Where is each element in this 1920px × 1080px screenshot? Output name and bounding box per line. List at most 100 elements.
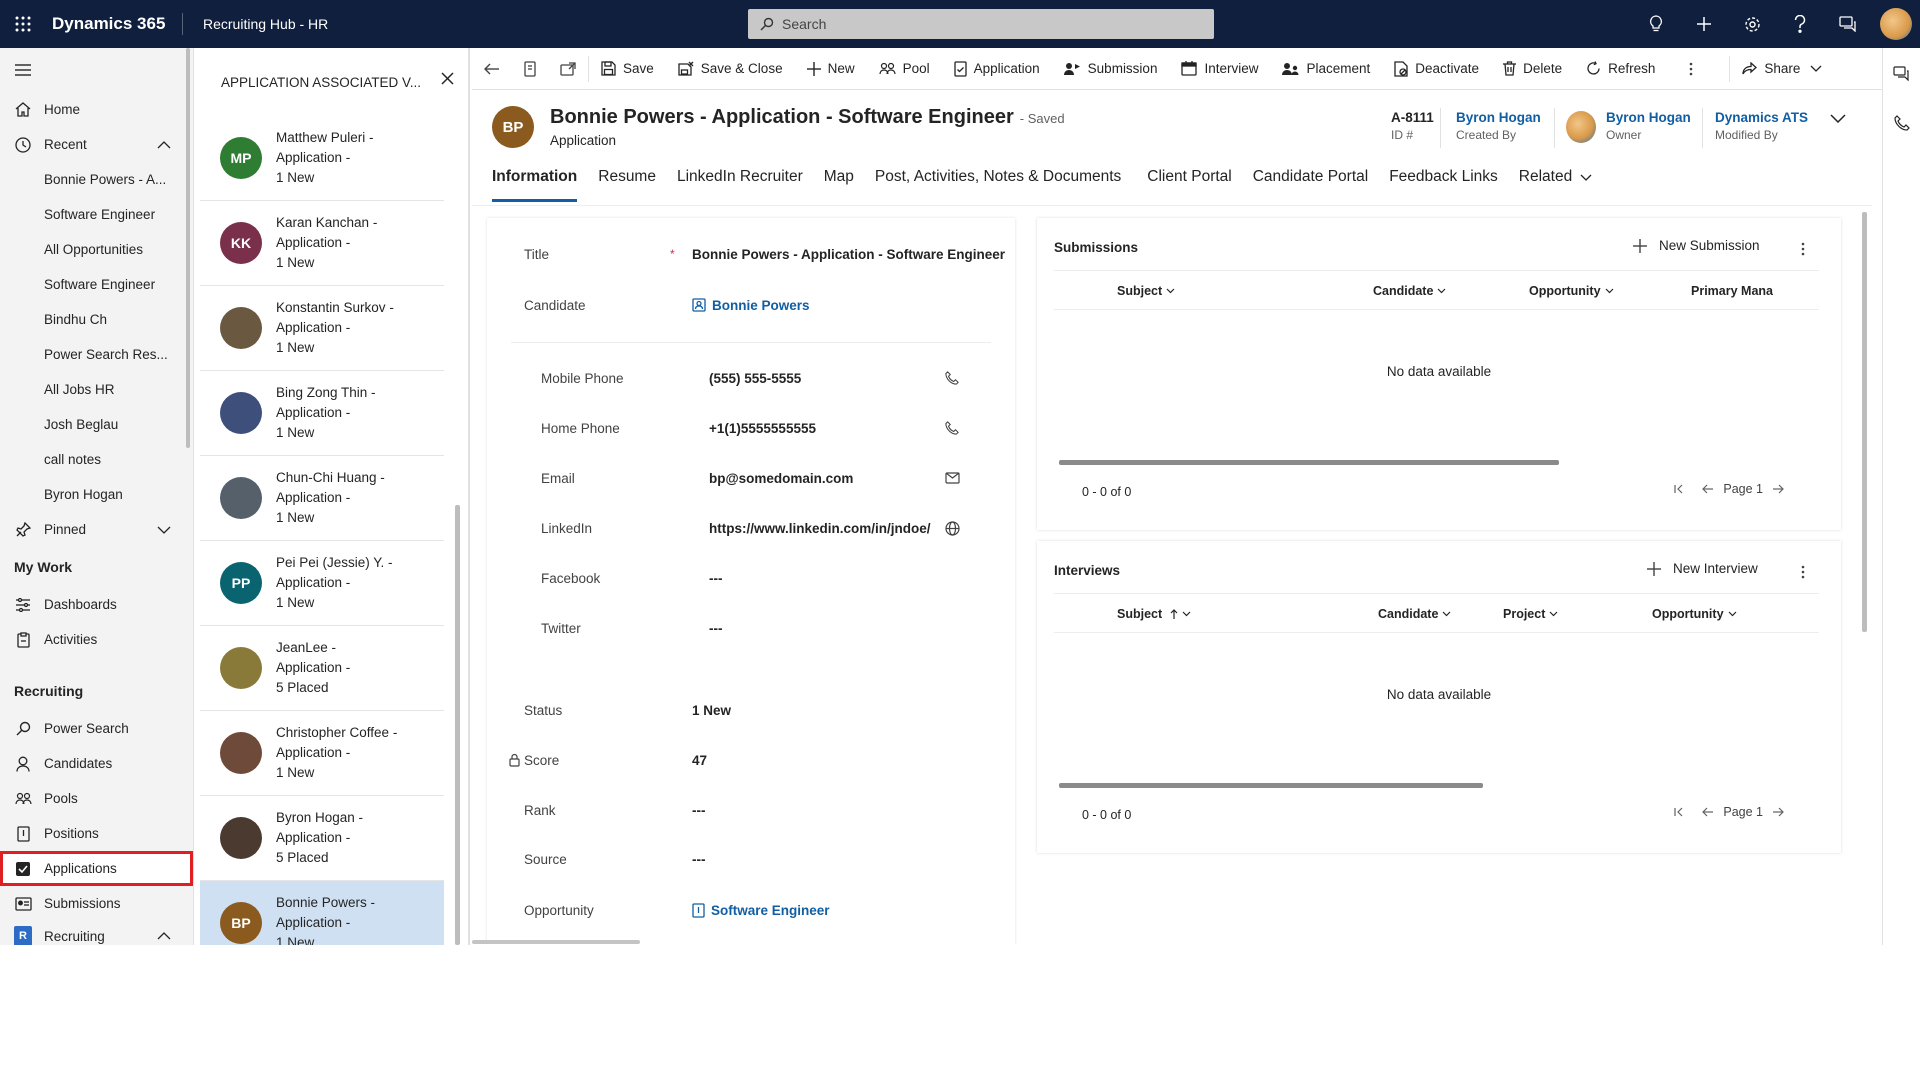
nav-toggle[interactable] (0, 48, 193, 92)
list-item[interactable]: PP Pei Pei (Jessie) Y. - Application - 1 Ne… (200, 541, 444, 626)
next-page-icon[interactable] (1772, 484, 1784, 494)
modified-by-link[interactable]: Dynamics ATS (1715, 110, 1808, 125)
save-close-button[interactable]: Save & Close (666, 48, 795, 90)
list-item[interactable]: Bing Zong Thin - Application - 1 New (200, 371, 444, 456)
owner-avatar[interactable] (1566, 111, 1596, 143)
deactivate-button[interactable]: Deactivate (1382, 48, 1491, 90)
recent-item[interactable]: call notes (0, 442, 193, 477)
share-button[interactable]: Share (1730, 48, 1841, 90)
list-item[interactable]: Konstantin Surkov - Application - 1 New (200, 286, 444, 371)
column-opportunity[interactable]: Opportunity (1652, 607, 1737, 621)
column-candidate[interactable]: Candidate (1373, 284, 1446, 298)
column-primary-manager[interactable]: Primary Mana (1691, 284, 1773, 298)
list-item[interactable]: Byron Hogan - Application - 5 Placed (200, 796, 444, 881)
nav-recent[interactable]: Recent (0, 127, 193, 162)
app-launcher-icon[interactable] (0, 0, 46, 48)
nav-candidates[interactable]: Candidates (0, 746, 193, 781)
tab-candidate-portal[interactable]: Candidate Portal (1253, 168, 1368, 202)
next-page-icon[interactable] (1772, 807, 1784, 817)
tab-resume[interactable]: Resume (598, 168, 656, 202)
tab-information[interactable]: Information (492, 168, 578, 202)
nav-applications[interactable]: Applications (0, 851, 193, 886)
form-view-button[interactable] (512, 48, 548, 90)
recent-item[interactable]: All Opportunities (0, 232, 193, 267)
tab-post-activities[interactable]: Post, Activities, Notes & Documents (875, 168, 1121, 202)
rank-value[interactable]: --- (692, 803, 706, 818)
pool-button[interactable]: Pool (867, 48, 942, 90)
first-page-icon[interactable] (1674, 807, 1684, 817)
recent-item[interactable]: Power Search Res... (0, 337, 193, 372)
linkedin-value[interactable]: https://www.linkedin.com/in/jndoe/ (709, 521, 931, 536)
delete-button[interactable]: Delete (1491, 48, 1574, 90)
nav-power-search[interactable]: Power Search (0, 711, 193, 746)
owner-link[interactable]: Byron Hogan (1606, 110, 1691, 125)
more-commands-button[interactable] (1667, 48, 1715, 90)
phone-icon[interactable] (945, 421, 959, 435)
phone-icon[interactable] (1883, 98, 1920, 148)
recent-item[interactable]: Software Engineer (0, 267, 193, 302)
list-item[interactable]: KK Karan Kanchan - Application - 1 New (200, 201, 444, 286)
associated-list-scrollbar[interactable] (455, 505, 460, 945)
previous-page-icon[interactable] (1702, 807, 1714, 817)
list-item[interactable]: Chun-Chi Huang - Application - 1 New (200, 456, 444, 541)
column-subject[interactable]: Subject (1117, 284, 1175, 298)
nav-positions[interactable]: Positions (0, 816, 193, 851)
nav-dashboards[interactable]: Dashboards (0, 587, 193, 622)
application-button[interactable]: Application (942, 48, 1052, 90)
mobile-value[interactable]: (555) 555-5555 (709, 371, 801, 386)
candidate-link[interactable]: Bonnie Powers (692, 298, 810, 313)
nav-activities[interactable]: Activities (0, 622, 193, 657)
more-vertical-icon[interactable] (1801, 565, 1805, 579)
plus-icon[interactable] (1680, 0, 1728, 48)
submission-button[interactable]: Submission (1052, 48, 1170, 90)
more-vertical-icon[interactable] (1801, 242, 1805, 256)
interview-button[interactable]: Interview (1169, 48, 1270, 90)
list-item[interactable]: JeanLee - Application - 5 Placed (200, 626, 444, 711)
nav-scrollbar[interactable] (186, 48, 190, 448)
recent-item[interactable]: All Jobs HR (0, 372, 193, 407)
first-page-icon[interactable] (1674, 484, 1684, 494)
app-title[interactable]: Recruiting Hub - HR (203, 16, 328, 32)
recent-item[interactable]: Josh Beglau (0, 407, 193, 442)
column-opportunity[interactable]: Opportunity (1529, 284, 1614, 298)
nav-pinned[interactable]: Pinned (0, 512, 193, 547)
globe-icon[interactable] (945, 520, 960, 536)
column-candidate[interactable]: Candidate (1378, 607, 1451, 621)
phone-icon[interactable] (945, 371, 959, 385)
brand-name[interactable]: Dynamics 365 (46, 14, 182, 34)
placement-button[interactable]: Placement (1270, 48, 1382, 90)
nav-pools[interactable]: Pools (0, 781, 193, 816)
expand-header-button[interactable] (1830, 114, 1846, 123)
refresh-button[interactable]: Refresh (1574, 48, 1667, 90)
previous-page-icon[interactable] (1702, 484, 1714, 494)
open-new-window-button[interactable] (548, 48, 588, 90)
interviews-horizontal-scrollbar[interactable] (1059, 783, 1483, 788)
tab-related[interactable]: Related (1519, 168, 1592, 202)
recent-item[interactable]: Bindhu Ch (0, 302, 193, 337)
twitter-value[interactable]: --- (709, 621, 723, 636)
title-value[interactable]: Bonnie Powers - Application - Software E… (692, 247, 1005, 262)
column-project[interactable]: Project (1503, 607, 1558, 621)
email-value[interactable]: bp@somedomain.com (709, 471, 853, 486)
back-button[interactable] (472, 48, 512, 90)
settings-gear-icon[interactable] (1728, 0, 1776, 48)
tab-linkedin-recruiter[interactable]: LinkedIn Recruiter (677, 168, 803, 202)
opportunity-link[interactable]: Software Engineer (692, 903, 830, 918)
source-value[interactable]: --- (692, 852, 706, 867)
save-button[interactable]: Save (589, 48, 666, 90)
submissions-horizontal-scrollbar[interactable] (1059, 460, 1559, 465)
facebook-value[interactable]: --- (709, 571, 723, 586)
chat-icon[interactable] (1883, 48, 1920, 98)
column-subject[interactable]: Subject (1117, 607, 1191, 621)
new-submission-button[interactable]: New Submission (1633, 238, 1760, 253)
tab-map[interactable]: Map (824, 168, 854, 202)
new-interview-button[interactable]: New Interview (1647, 561, 1758, 576)
list-item[interactable]: BP Bonnie Powers - Application - 1 New (200, 881, 444, 945)
area-switcher[interactable]: R Recruiting (0, 921, 193, 945)
tab-feedback-links[interactable]: Feedback Links (1389, 168, 1498, 202)
new-button[interactable]: New (795, 48, 867, 90)
tab-client-portal[interactable]: Client Portal (1147, 168, 1231, 202)
chat-icon[interactable] (1824, 0, 1872, 48)
home-phone-value[interactable]: +1(1)5555555555 (709, 421, 816, 436)
list-item[interactable]: MP Matthew Puleri - Application - 1 New (200, 116, 444, 201)
